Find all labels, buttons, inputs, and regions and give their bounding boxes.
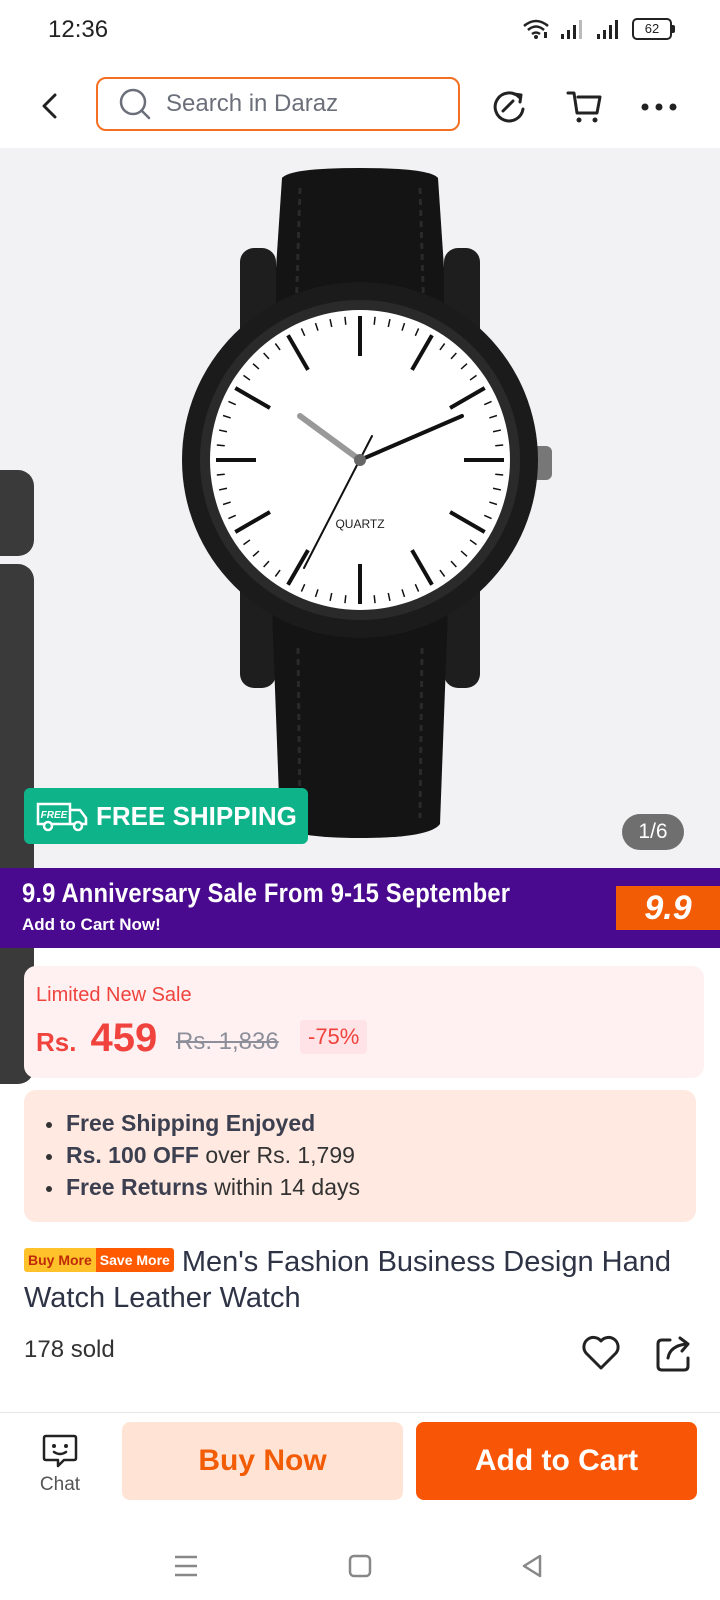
- refresh-share-icon: [493, 91, 525, 123]
- discount-badge: -75%: [300, 1020, 368, 1054]
- square-icon: [348, 1554, 372, 1578]
- watch-image: QUARTZ: [182, 168, 552, 838]
- benefits-box[interactable]: Free Shipping Enjoyed Rs. 100 OFF over R…: [24, 1090, 696, 1222]
- currency: Rs.: [36, 1027, 77, 1057]
- price-value: 459: [90, 1016, 158, 1060]
- free-shipping-label: FREE SHIPPING: [96, 800, 297, 831]
- signal-icon: [561, 20, 582, 39]
- refresh-button[interactable]: [486, 84, 532, 130]
- divider: [0, 1412, 720, 1413]
- cart-button[interactable]: [562, 84, 608, 130]
- sale-banner[interactable]: 9.9 Anniversary Sale From 9-15 September…: [0, 868, 720, 948]
- home-button[interactable]: [336, 1542, 384, 1590]
- sold-count: 178 sold: [24, 1336, 115, 1363]
- buy-now-button[interactable]: Buy Now: [122, 1422, 403, 1500]
- share-button[interactable]: [652, 1330, 698, 1376]
- price-section: Limited New Sale Rs. 459 Rs. 1,836 -75%: [24, 966, 704, 1078]
- side-floating-tab[interactable]: [0, 470, 34, 556]
- back-nav-button[interactable]: [508, 1542, 556, 1590]
- svg-text:FREE: FREE: [41, 810, 68, 821]
- status-time: 12:36: [48, 16, 109, 43]
- status-bar: 12:36 62: [0, 0, 720, 64]
- benefit-item: Free Shipping Enjoyed: [46, 1110, 315, 1137]
- triangle-back-icon: [522, 1554, 542, 1578]
- battery-indicator: 62: [632, 18, 675, 40]
- search-bar[interactable]: [96, 77, 460, 131]
- promo-tag: Buy More Save More: [24, 1248, 174, 1273]
- original-price: Rs. 1,836: [176, 1028, 279, 1055]
- benefit-item: Free Returns within 14 days: [46, 1174, 360, 1201]
- signal-icon-2: [597, 20, 618, 39]
- chat-icon: [42, 1434, 78, 1468]
- sale-banner-title: 9.9 Anniversary Sale From 9-15 September: [22, 878, 511, 908]
- benefit-item: Rs. 100 OFF over Rs. 1,799: [46, 1142, 355, 1169]
- image-counter: 1/6: [622, 814, 684, 850]
- cart-icon: [566, 91, 602, 123]
- product-title: Buy More Save More Men's Fashion Business …: [24, 1244, 700, 1316]
- status-icons: 62: [522, 18, 675, 40]
- back-arrow-icon: [42, 93, 57, 119]
- chat-button[interactable]: Chat: [24, 1430, 96, 1504]
- sale-badge: 9.9: [616, 886, 720, 930]
- header: [0, 66, 720, 146]
- search-input[interactable]: [164, 89, 448, 119]
- limited-sale-label: Limited New Sale: [36, 984, 192, 1006]
- recent-apps-button[interactable]: [162, 1542, 210, 1590]
- system-nav-bar: [0, 1530, 720, 1600]
- dial-text: QUARTZ: [335, 517, 384, 531]
- menu-icon: [175, 1555, 197, 1577]
- product-image-gallery[interactable]: QUARTZ: [0, 148, 720, 868]
- search-icon: [118, 87, 152, 121]
- wifi-icon: [523, 19, 549, 39]
- back-button[interactable]: [30, 86, 70, 126]
- free-shipping-badge: FREE FREE SHIPPING: [24, 788, 308, 844]
- more-icon: [641, 103, 677, 111]
- wishlist-button[interactable]: [578, 1330, 624, 1376]
- sale-banner-subtitle: Add to Cart Now!: [22, 915, 161, 934]
- heart-icon: [582, 1335, 620, 1370]
- add-to-cart-button[interactable]: Add to Cart: [416, 1422, 697, 1500]
- chat-label: Chat: [39, 1474, 81, 1495]
- truck-icon: FREE: [36, 802, 88, 832]
- share-icon: [656, 1336, 690, 1372]
- more-button[interactable]: [636, 84, 682, 130]
- current-price: Rs. 459: [36, 1016, 157, 1061]
